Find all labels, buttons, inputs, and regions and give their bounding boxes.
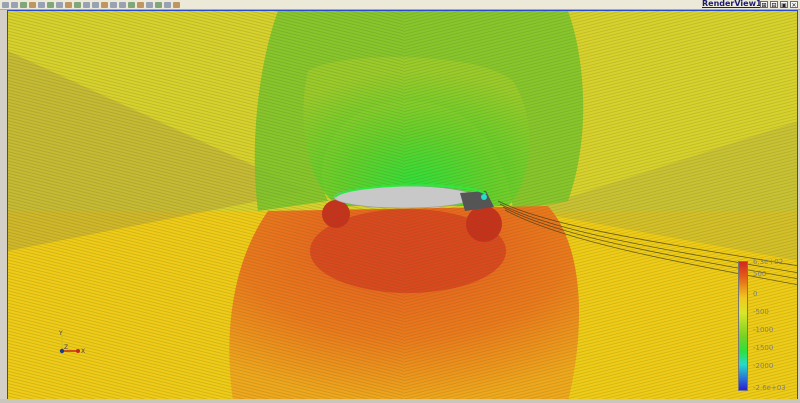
- min-pressure-point: [481, 194, 487, 200]
- legend-label-500: 500: [753, 270, 767, 278]
- render-viewport[interactable]: Y Z X: [7, 10, 798, 400]
- status-strip: [0, 399, 800, 403]
- zoom-to-data-icon[interactable]: [11, 1, 18, 8]
- hover-cells-icon[interactable]: [119, 1, 126, 8]
- split-h-icon[interactable]: [164, 1, 171, 8]
- axis-y-label: Y: [58, 330, 63, 337]
- axis-x-label: X: [81, 348, 85, 355]
- view-title[interactable]: RenderView1: [702, 0, 762, 8]
- orientation-icon[interactable]: [155, 1, 162, 8]
- toolbar-icons: [2, 1, 180, 8]
- center-axis-icon[interactable]: [146, 1, 153, 8]
- legend-label-minus1500: -1500: [753, 344, 774, 352]
- select-points-icon[interactable]: [47, 1, 54, 8]
- zoom-box-icon[interactable]: [128, 1, 135, 8]
- pick-icon[interactable]: [65, 1, 72, 8]
- legend-label-0: 0: [753, 290, 758, 298]
- split-horizontal-button[interactable]: ⊞: [760, 1, 768, 9]
- legend-label-minus2000: -2000: [753, 362, 774, 370]
- hover-points-icon[interactable]: [110, 1, 117, 8]
- pan-icon[interactable]: [29, 1, 36, 8]
- legend-label-minus500: -500: [753, 308, 769, 316]
- frustum-select-icon[interactable]: [56, 1, 63, 8]
- camera-undo-icon[interactable]: [74, 1, 81, 8]
- ruler-icon[interactable]: [137, 1, 144, 8]
- legend-label-max: 6.3e+02: [753, 258, 784, 266]
- render-toolbar: RenderView1 ⊞ ⊟ ▣ ✕: [0, 0, 800, 10]
- camera-redo-icon[interactable]: [83, 1, 90, 8]
- select-cells-icon[interactable]: [38, 1, 45, 8]
- color-legend-bar: [738, 261, 748, 391]
- maximize-button[interactable]: ▣: [780, 1, 788, 9]
- axis-z-label: Z: [64, 344, 68, 351]
- legend-label-minus1000: -1000: [753, 326, 774, 334]
- interact-icon[interactable]: [92, 1, 99, 8]
- split-vertical-button[interactable]: ⊟: [770, 1, 778, 9]
- orientation-axes: Y Z X: [58, 330, 85, 355]
- rotate-icon[interactable]: [20, 1, 27, 8]
- flow-visualization[interactable]: [8, 11, 798, 400]
- legend-label-min: -2.6e+03: [753, 384, 786, 392]
- close-view-button[interactable]: ✕: [790, 1, 798, 9]
- select-block-icon[interactable]: [101, 1, 108, 8]
- split-v-icon[interactable]: [173, 1, 180, 8]
- view-window-buttons: ⊞ ⊟ ▣ ✕: [760, 1, 798, 9]
- reset-camera-icon[interactable]: [2, 1, 9, 8]
